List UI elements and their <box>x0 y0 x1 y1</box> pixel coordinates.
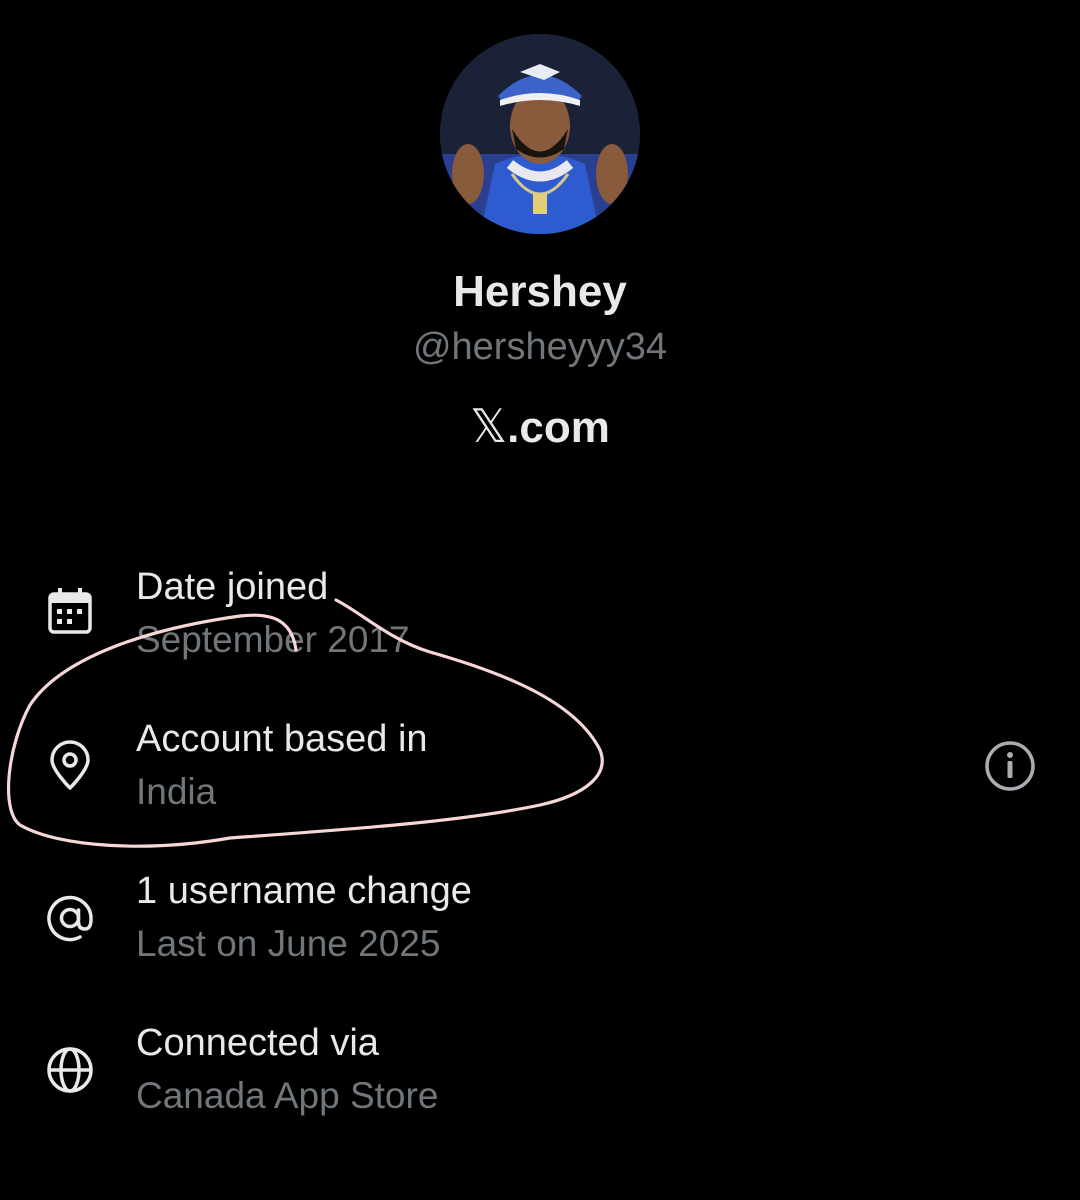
row-connected-via: Connected via Canada App Store <box>0 1018 1080 1128</box>
avatar[interactable] <box>440 34 640 234</box>
profile-header: Hershey @hersheyyy34 𝕏.com <box>0 0 1080 470</box>
row-account-based-in: Account based in India <box>0 714 1080 824</box>
location-pin-icon <box>50 740 90 790</box>
row-date-joined: Date joined September 2017 <box>0 560 1080 670</box>
site-suffix: .com <box>507 403 610 452</box>
info-icon[interactable] <box>980 736 1040 796</box>
x-logo-icon: 𝕏 <box>470 399 508 453</box>
avatar-image <box>440 34 640 234</box>
globe-icon <box>47 1047 93 1093</box>
calendar-icon <box>48 588 92 634</box>
row-value: September 2017 <box>136 619 410 660</box>
site-label: 𝕏.com <box>0 398 1080 456</box>
row-value: Canada App Store <box>136 1075 439 1116</box>
at-sign-icon <box>47 895 93 942</box>
row-title: Account based in <box>136 718 428 760</box>
user-handle: @hersheyyy34 <box>412 326 668 368</box>
row-title: Connected via <box>136 1022 379 1064</box>
row-title: Date joined <box>136 566 329 608</box>
row-value: Last on June 2025 <box>136 923 441 964</box>
display-name: Hershey <box>453 267 627 316</box>
row-username-change: 1 username change Last on June 2025 <box>0 866 1080 976</box>
row-value: India <box>136 771 217 812</box>
row-title: 1 username change <box>136 870 472 912</box>
